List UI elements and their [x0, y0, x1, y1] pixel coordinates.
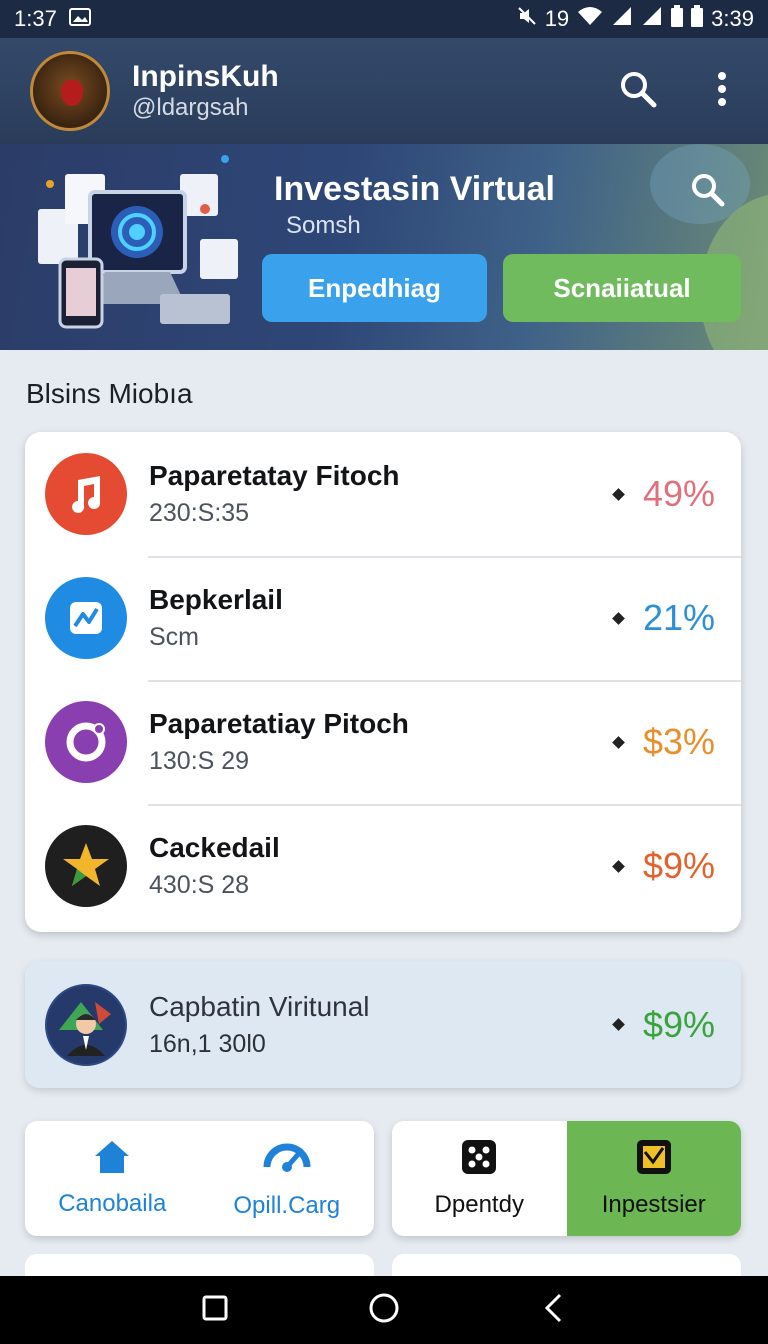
music-note-icon: [45, 453, 127, 535]
gauge-icon: [263, 1137, 311, 1182]
chart-tablet-icon: [635, 1138, 673, 1181]
list-item[interactable]: Cackedail 430:S 28 $9%: [25, 804, 741, 928]
section-title: Blsins Miobıa: [26, 378, 193, 409]
battery-icon: [671, 5, 684, 33]
hero-subtitle: Somsh: [286, 212, 361, 239]
chevron-left-icon: [542, 1292, 564, 1329]
featured-item[interactable]: Capbatin Viritunal 16n,1 30l0 $9%: [25, 961, 741, 1088]
item-meta: 130:S 29: [149, 747, 250, 775]
chart-line-icon: [45, 577, 127, 659]
devices-illustration: [38, 155, 238, 329]
app-title: InpinsKuh: [132, 60, 279, 93]
app-bar: InpinsKuh @ldargsah: [0, 38, 768, 144]
back-button[interactable]: [528, 1285, 578, 1335]
item-value: $9%: [642, 845, 715, 886]
hero-title: Investasin Virtual: [274, 170, 555, 208]
mute-icon: [517, 6, 537, 32]
signal-icon: [611, 6, 633, 32]
home-icon: [93, 1139, 131, 1180]
tile-label: Dpentdy: [434, 1191, 524, 1218]
item-meta: 230:S:35: [149, 499, 250, 527]
dice-icon: [460, 1138, 498, 1181]
status-clock: 3:39: [711, 6, 754, 31]
status-time: 1:37: [14, 6, 57, 31]
search-icon: [691, 173, 725, 212]
item-name: Paparetatiay Pitoch: [149, 708, 409, 739]
tile-invest[interactable]: Inpestsier: [566, 1121, 741, 1236]
bullet-icon: [612, 611, 625, 625]
featured-value: $9%: [642, 1003, 715, 1045]
person-avatar-icon: [45, 983, 127, 1066]
list-item[interactable]: Bepkerlail Scm 21%: [25, 556, 741, 680]
app-handle: @ldargsah: [132, 94, 249, 121]
item-name: Bepkerlail: [149, 584, 283, 615]
square-icon: [202, 1295, 228, 1326]
home-button[interactable]: [359, 1285, 409, 1335]
status-signal-text: 19: [544, 6, 570, 31]
shortcut-group-right: Dpentdy Inpestsier: [392, 1121, 741, 1236]
bullet-icon: [612, 735, 625, 749]
more-options-button[interactable]: [700, 69, 744, 113]
item-value: 49%: [642, 473, 715, 514]
featured-meta: 16n,1 30l0: [149, 1029, 266, 1058]
list-item[interactable]: Paparetatay Fitoch 230:S:35 49%: [25, 432, 741, 556]
hero-banner: Investasin Virtual Somsh Enpedhiag Scnai…: [0, 144, 768, 350]
camera-ring-icon: [45, 701, 127, 783]
wifi-icon: [577, 6, 603, 32]
shortcut-group-left: Canobaila Opill.Carg: [25, 1121, 374, 1236]
star-icon: [45, 825, 127, 907]
bullet-icon: [612, 859, 625, 873]
signal-icon-2: [641, 6, 663, 32]
battery-icon-2: [691, 5, 704, 33]
tile-gauge[interactable]: Opill.Carg: [200, 1121, 375, 1236]
status-bar: 1:37 19 3:39: [0, 0, 768, 38]
asset-list-card: Paparetatay Fitoch 230:S:35 49% Bepkerla…: [25, 432, 741, 932]
search-icon: [619, 70, 657, 113]
bullet-icon: [612, 487, 625, 501]
item-meta: Scm: [149, 623, 199, 651]
more-vert-icon: [717, 71, 727, 111]
search-button[interactable]: [616, 69, 660, 113]
system-nav-bar: [0, 1276, 768, 1344]
tile-label: Canobaila: [58, 1190, 167, 1217]
profile-emblem-avatar[interactable]: [30, 51, 110, 131]
list-item[interactable]: Paparetatiay Pitoch 130:S 29 $3%: [25, 680, 741, 804]
item-name: Cackedail: [149, 832, 280, 863]
tile-home[interactable]: Canobaila: [25, 1121, 200, 1236]
circle-icon: [368, 1292, 400, 1329]
bullet-icon: [612, 1018, 625, 1031]
item-meta: 430:S 28: [149, 871, 250, 899]
secondary-action-button[interactable]: Scnaiiatual: [503, 254, 741, 322]
item-value: $3%: [642, 721, 715, 762]
tile-label: Inpestsier: [601, 1191, 706, 1218]
item-value: 21%: [642, 597, 715, 638]
tile-label: Opill.Carg: [233, 1192, 341, 1219]
image-icon: [68, 6, 91, 32]
featured-name: Capbatin Viritunal: [149, 990, 370, 1022]
hero-search-button[interactable]: [680, 164, 736, 220]
primary-action-button[interactable]: Enpedhiag: [262, 254, 487, 322]
recents-button[interactable]: [190, 1285, 240, 1335]
tile-dice[interactable]: Dpentdy: [392, 1121, 567, 1236]
item-name: Paparetatay Fitoch: [149, 460, 400, 491]
